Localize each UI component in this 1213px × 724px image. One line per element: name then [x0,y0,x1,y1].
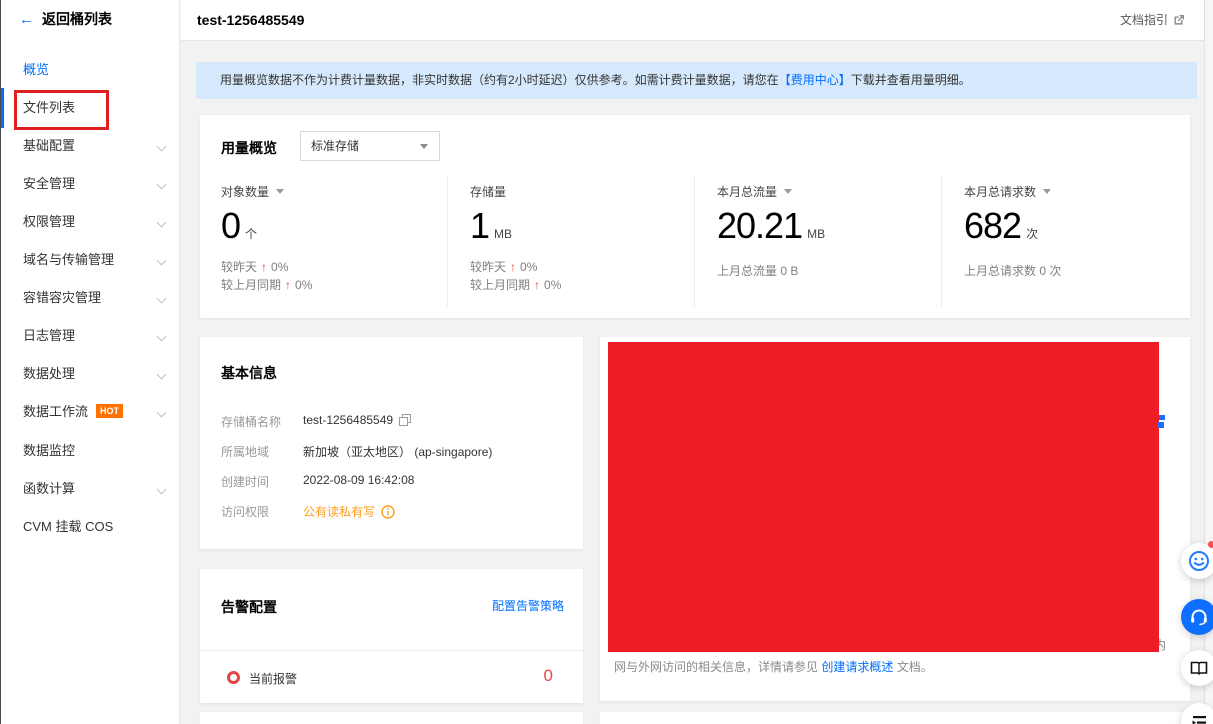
up-arrow-icon: ↑ [534,278,541,292]
sidebar-item-cvm-mount-cos[interactable]: CVM 挂载 COS [1,508,181,546]
sidebar-item-data-workflow[interactable]: 数据工作流 HOT [1,393,181,431]
back-to-bucket-list[interactable]: ← 返回桶列表 [19,9,112,29]
hot-badge: HOT [96,404,124,418]
open-book-icon [1190,661,1208,676]
storage-label: 存储量 [470,185,507,199]
select-caret-icon [420,144,428,149]
chevron-down-icon [156,255,167,266]
docs-button[interactable] [1181,650,1213,686]
usage-overview-card: 用量概览 标准存储 对象数量 0 个 较昨天 ↑ 0% 较上月同期 ↑ 0% 存储量 1… [200,115,1190,318]
copy-icon[interactable] [399,414,412,429]
headset-icon [1191,609,1207,626]
billing-center-link[interactable]: 【费用中心】 [779,73,851,87]
sidebar-item-overview[interactable]: 概览 [1,51,181,89]
up-arrow-icon: ↑ [510,260,517,274]
sidebar-item-file-list[interactable]: 文件列表 [1,89,181,127]
page-header: test-1256485549 文档指引 [181,0,1213,41]
access-permission-row: 访问权限 公有读私有写 [221,503,566,519]
sidebar-item-log-mgmt[interactable]: 日志管理 [1,317,181,355]
create-time-value: 2022-08-09 16:42:08 [303,473,415,487]
basic-info-title: 基本信息 [221,365,277,381]
stat-storage: 存储量 1 MB 较昨天 ↑ 0% 较上月同期 ↑ 0% [447,175,694,307]
next-card-right-edge [600,712,1190,724]
back-arrow-icon: ← [19,11,34,28]
doc-guide-link[interactable]: 文档指引 [1120,0,1185,40]
usage-title: 用量概览 [221,140,277,156]
chevron-down-icon [156,369,167,380]
current-alarms-count: 0 [543,666,553,685]
sidebar-item-basic-config[interactable]: 基础配置 [1,127,181,165]
configure-alarm-policy-link[interactable]: 配置告警策略 [492,597,564,614]
feedback-button[interactable] [1181,543,1213,579]
storage-class-select[interactable]: 标准存储 [300,131,440,161]
sidebar-item-domain-transfer-mgmt[interactable]: 域名与传输管理 [1,241,181,279]
caret-down-icon [276,189,285,194]
object-count-value: 0 [221,205,241,246]
caret-down-icon [1043,189,1052,194]
up-arrow-icon: ↑ [261,260,268,274]
sidebar-item-data-processing[interactable]: 数据处理 [1,355,181,393]
bucket-name-value: test-1256485549 [303,413,394,427]
monthly-traffic-value: 20.21 [717,205,803,246]
notification-dot [1208,541,1213,548]
object-count-dropdown[interactable]: 对象数量 [221,183,285,200]
stat-monthly-requests: 本月总请求数 682 次 上月总请求数 0 次 [941,175,1188,307]
external-link-icon [1174,15,1184,25]
main-content: 用量概览数据不作为计费计量数据，非实时数据（约有2小时延迟）仅供参考。如需计费计… [181,41,1213,724]
chevron-down-icon [156,141,167,152]
smiley-icon [1189,551,1209,571]
chevron-down-icon [156,293,167,304]
divider [200,650,583,651]
region-value: 新加坡（亚太地区） (ap-singapore) [303,445,493,459]
chevron-down-icon [156,484,167,495]
active-item-indicator [1,88,4,128]
last-month-requests: 上月总请求数 0 次 [964,264,1062,278]
create-time-row: 创建时间 2022-08-09 16:42:08 [221,473,415,489]
info-icon[interactable] [381,505,395,522]
up-arrow-icon: ↑ [285,278,292,292]
last-month-traffic: 上月总流量 0 B [717,264,799,278]
caret-down-icon [784,189,793,194]
basic-info-card: 基本信息 存储桶名称 test-1256485549 所属地域 新加坡（亚太地区… [200,337,583,549]
storage-value: 1 [470,205,490,246]
sidebar-item-function-compute[interactable]: 函数计算 [1,470,181,508]
info-banner: 用量概览数据不作为计费计量数据，非实时数据（约有2小时延迟）仅供参考。如需计费计… [196,62,1197,99]
back-label: 返回桶列表 [42,11,112,27]
bucket-title: test-1256485549 [197,12,305,28]
domain-info-card: 范围内访问将会自动被指向到内网地址；跨地域或者不支持内网访问，默认将会解析到外网… [600,337,1190,701]
sidebar-item-security-mgmt[interactable]: 安全管理 [1,165,181,203]
current-alarms-label: 当前报警 [249,672,298,686]
region-row: 所属地域 新加坡（亚太地区） (ap-singapore) [221,445,493,459]
access-permission-value: 公有读私有写 [303,505,376,519]
monthly-traffic-dropdown[interactable]: 本月总流量 [717,183,793,200]
stat-monthly-traffic: 本月总流量 20.21 MB 上月总流量 0 B [694,175,941,307]
sidebar-item-permission-mgmt[interactable]: 权限管理 [1,203,181,241]
alarm-ring-icon [227,671,240,684]
bucket-name-row: 存储桶名称 test-1256485549 [221,413,566,429]
alarm-title: 告警配置 [221,599,277,615]
sidebar: ← 返回桶列表 概览 文件列表 基础配置 安全管理 权限管理 域名与传输管理 容错… [0,0,180,724]
sidebar-item-data-monitoring[interactable]: 数据监控 [1,432,181,470]
chevron-down-icon [156,407,167,418]
create-request-overview-link[interactable]: 创建请求概述 [821,660,893,674]
redaction-box [608,342,1159,652]
alarm-config-card: 告警配置 配置告警策略 当前报警 0 [200,569,583,703]
support-button[interactable] [1181,599,1213,635]
survey-list-icon [1192,716,1206,724]
chevron-down-icon [156,331,167,342]
chevron-down-icon [156,179,167,190]
chevron-down-icon [156,217,167,228]
banner-text: 用量概览数据不作为计费计量数据，非实时数据（约有2小时延迟）仅供参考。如需计费计… [220,73,779,87]
stat-object-count: 对象数量 0 个 较昨天 ↑ 0% 较上月同期 ↑ 0% [221,183,313,292]
monthly-requests-value: 682 [964,205,1022,246]
next-card-left-edge [200,712,583,724]
sidebar-item-fault-tolerance-mgmt[interactable]: 容错容灾管理 [1,279,181,317]
monthly-requests-dropdown[interactable]: 本月总请求数 [964,183,1052,200]
